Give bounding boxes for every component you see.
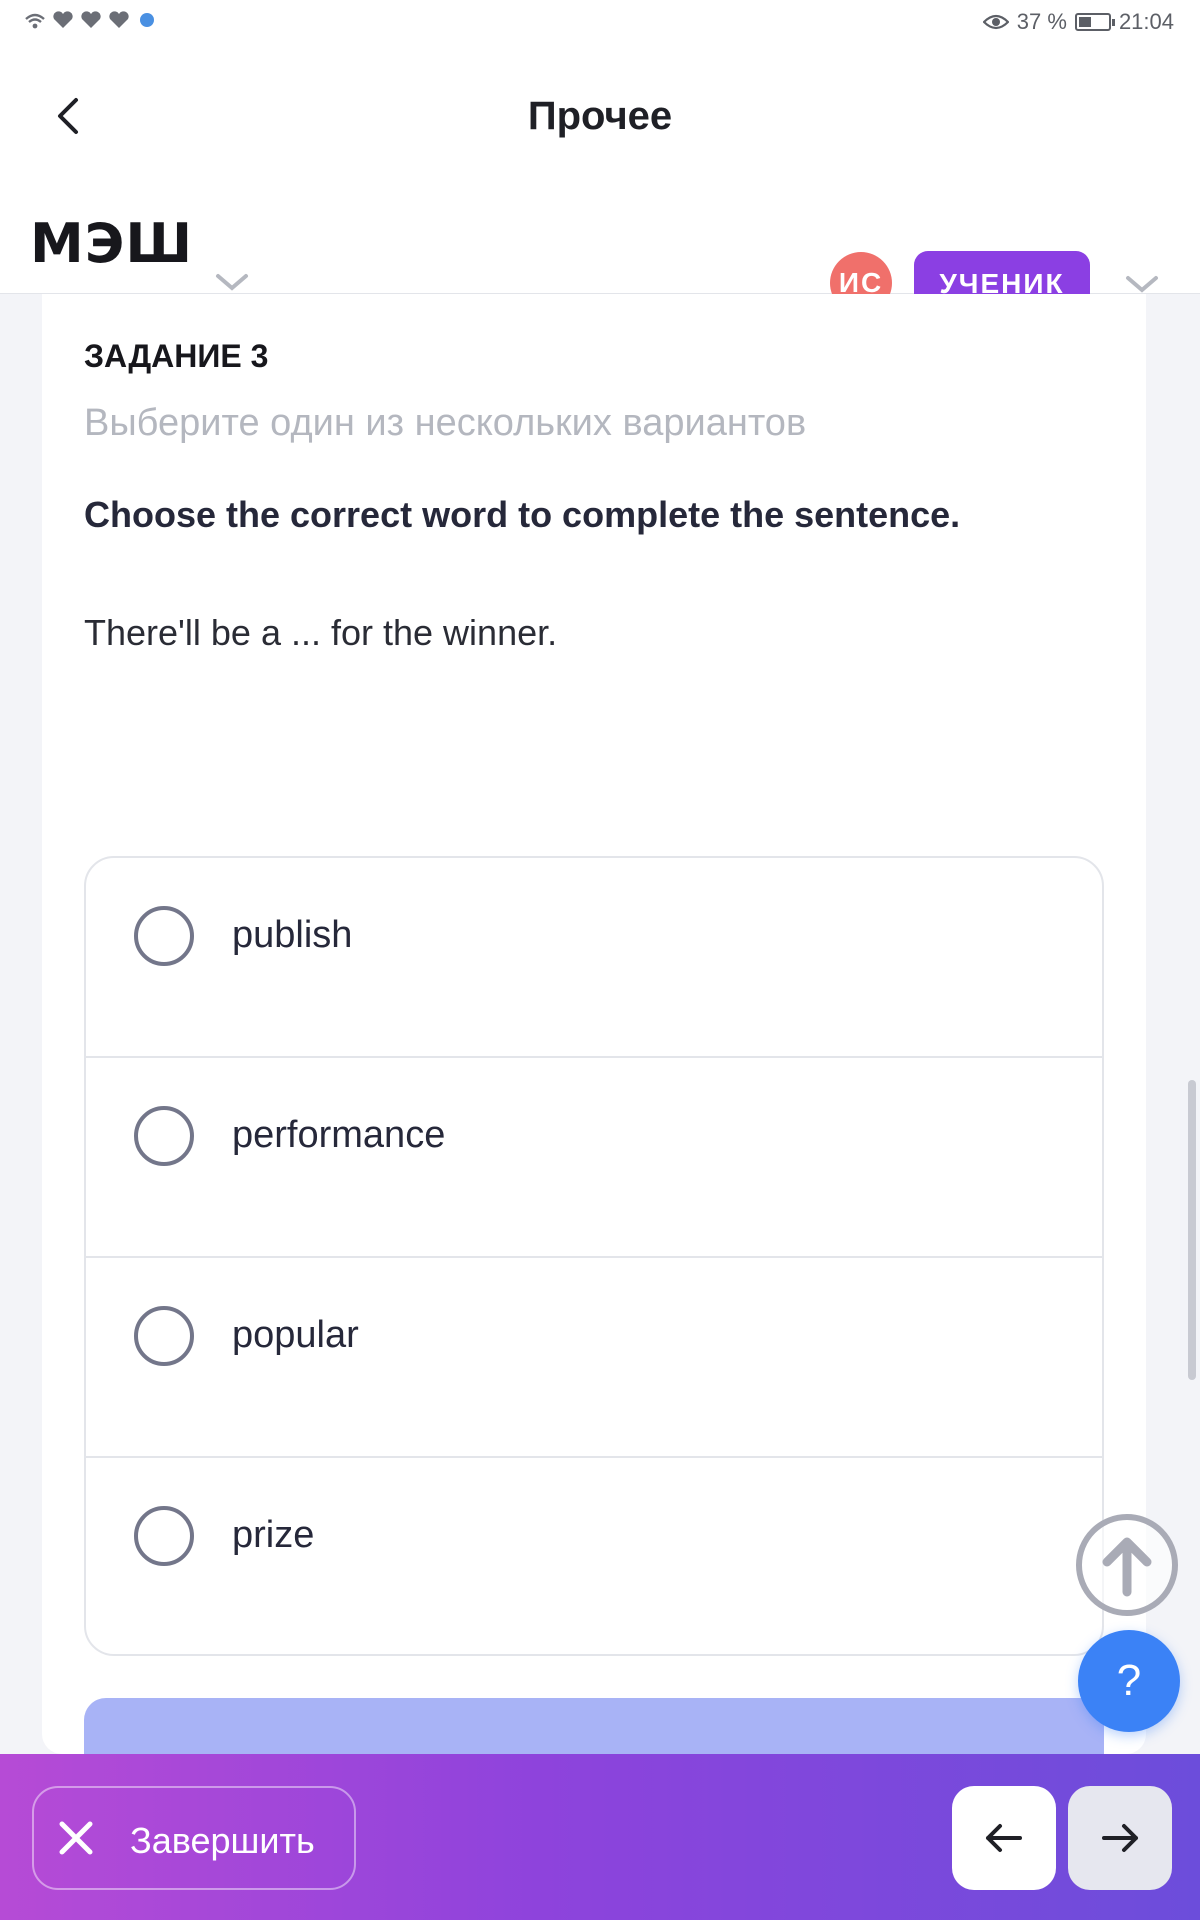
answer-options: publish performance popular prize xyxy=(84,856,1104,1656)
radio-button[interactable] xyxy=(134,1506,194,1566)
eye-icon xyxy=(982,14,1009,30)
radio-button[interactable] xyxy=(134,1306,194,1366)
app-logo[interactable]: МЭШ xyxy=(30,212,193,275)
chevron-down-icon[interactable] xyxy=(214,272,250,294)
sentence-text: There'll be a ... for the winner. xyxy=(84,612,558,653)
task-card: ЗАДАНИЕ 3 Выберите один из нескольких ва… xyxy=(42,294,1146,1758)
heart-icon xyxy=(109,11,129,29)
clock: 21:04 xyxy=(1118,9,1174,34)
heart-icon xyxy=(81,11,101,29)
scrollbar[interactable] xyxy=(1188,1080,1196,1380)
app-header: Прочее МЭШ ИС УЧЕНИК xyxy=(0,44,1200,317)
battery-icon xyxy=(1074,13,1115,31)
answer-option[interactable]: prize xyxy=(86,1458,1102,1654)
option-label: publish xyxy=(232,914,353,956)
finish-label: Завершить xyxy=(130,1820,315,1861)
previous-task-button[interactable] xyxy=(952,1786,1056,1890)
radio-button[interactable] xyxy=(134,906,194,966)
option-label: popular xyxy=(232,1314,359,1356)
chevron-down-icon[interactable] xyxy=(1124,274,1160,296)
heart-icon xyxy=(53,11,73,29)
radio-button[interactable] xyxy=(134,1106,194,1166)
page-title: Прочее xyxy=(527,94,673,138)
scroll-to-top-button[interactable] xyxy=(1076,1514,1178,1616)
finish-button[interactable]: Завершить xyxy=(32,1786,356,1890)
question-text: Choose the correct word to complete the … xyxy=(84,494,961,535)
arrow-left-icon xyxy=(986,1824,1022,1852)
option-label: performance xyxy=(232,1114,446,1156)
arrow-right-icon xyxy=(1102,1824,1138,1852)
answer-option[interactable]: performance xyxy=(86,1058,1102,1258)
answer-option[interactable]: popular xyxy=(86,1258,1102,1458)
close-icon xyxy=(59,1821,93,1855)
help-button[interactable]: ? xyxy=(1078,1630,1180,1732)
arrow-up-icon xyxy=(1102,1537,1152,1597)
status-icons xyxy=(24,10,158,30)
option-label: prize xyxy=(232,1514,315,1556)
status-right: 37 % 21:04 xyxy=(982,9,1174,35)
answer-option[interactable]: publish xyxy=(86,858,1102,1058)
bottom-bar: Завершить xyxy=(0,1754,1200,1920)
submit-button[interactable] xyxy=(84,1698,1104,1758)
task-hint: Выберите один из нескольких вариантов xyxy=(84,402,807,444)
wifi-icon xyxy=(25,13,45,29)
task-number: ЗАДАНИЕ 3 xyxy=(84,338,269,374)
next-task-button[interactable] xyxy=(1068,1786,1172,1890)
status-bar: 37 % 21:04 xyxy=(0,0,1200,44)
battery-percent: 37 % xyxy=(1016,9,1067,34)
globe-icon xyxy=(140,13,154,27)
